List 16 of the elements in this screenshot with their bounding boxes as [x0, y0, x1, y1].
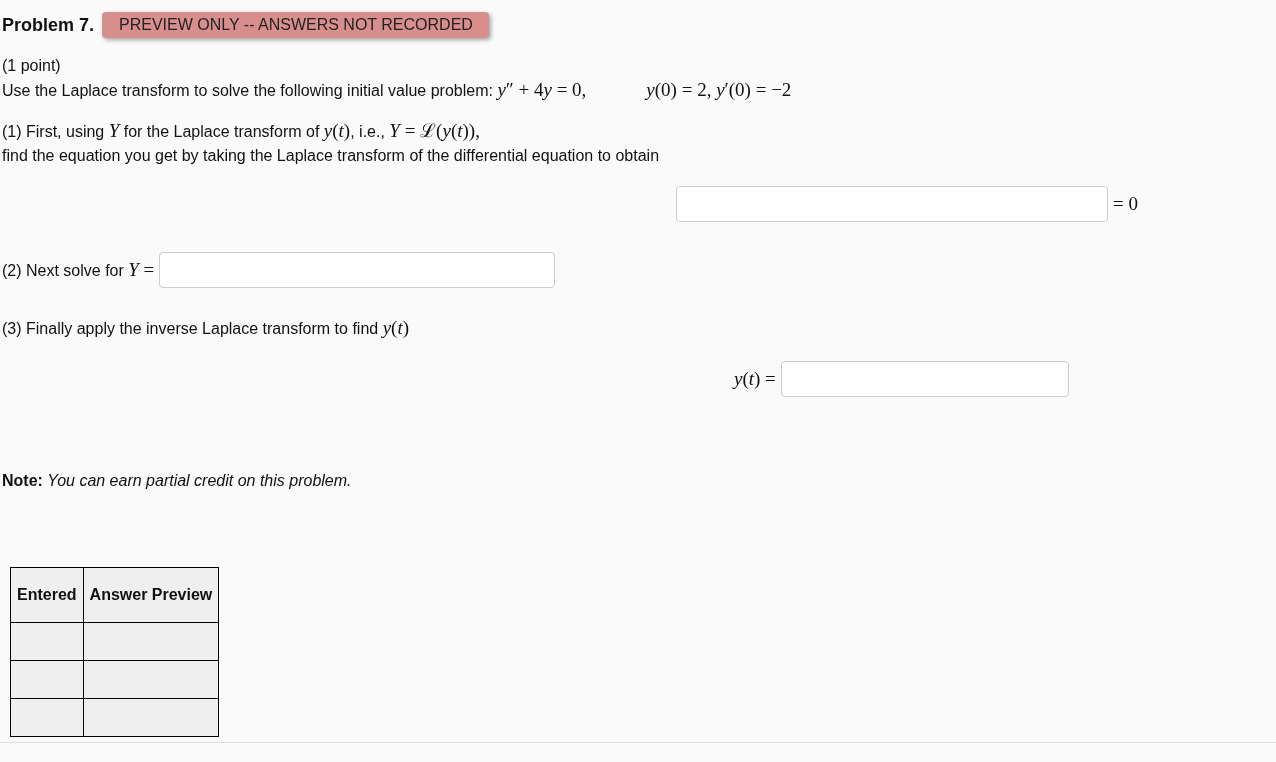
question-label: (2) Next solve for Y =	[2, 257, 155, 282]
equals-zero-text: = 0	[1113, 193, 1138, 215]
answer-field[interactable]	[780, 361, 1069, 397]
points-label: (1 point)	[2, 57, 61, 74]
answer-field[interactable]	[676, 186, 1108, 222]
problem-statement: Use the Laplace transform to solve the following initial value problem: y″ + 4y = 0, y(0) = 2, y′(0) = −2	[2, 78, 792, 102]
answer-label: y(t) =	[734, 368, 776, 390]
preview-only-banner: PREVIEW ONLY -- ANSWERS NOT RECORDED	[102, 12, 489, 38]
column-header: Answer Preview	[83, 567, 219, 623]
answer-field[interactable]	[159, 252, 556, 288]
instruction-text: (1) First, using Y for the Laplace transform of y(t), i.e., Y = ℒ(y(t)),	[2, 119, 480, 143]
column-header: Entered	[10, 567, 84, 623]
note-text: Note: You can earn partial credit on this problem.	[2, 471, 353, 491]
question-label: (3) Finally apply the inverse Laplace transform to find y(t)	[2, 316, 409, 340]
instruction-text: find the equation you get by taking the Laplace transform of the differential equation to obtain	[2, 147, 660, 164]
problem-title: Problem 7.	[2, 14, 95, 36]
